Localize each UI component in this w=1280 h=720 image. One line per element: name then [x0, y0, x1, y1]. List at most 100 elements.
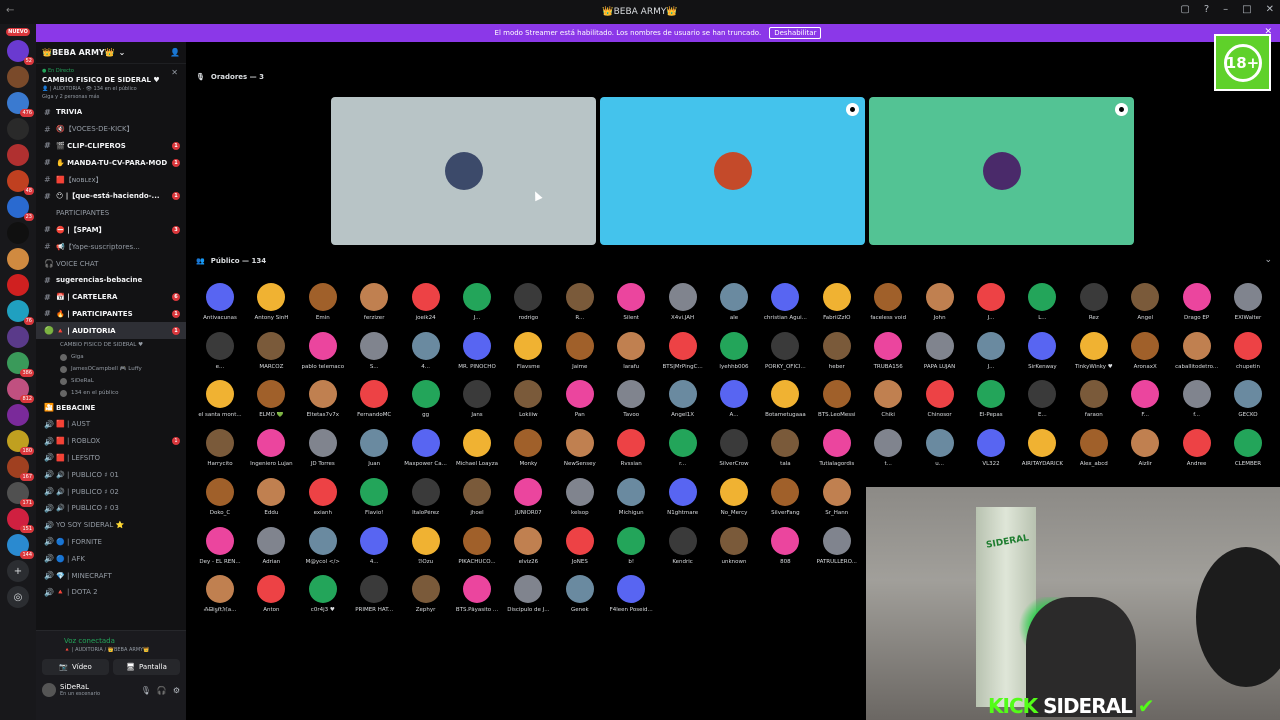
audience-member[interactable]: PIKACHUCO... [453, 526, 501, 575]
channel-item[interactable]: 🎦 BEBACINE [36, 399, 186, 416]
audience-member[interactable]: ItaloPérez [402, 477, 450, 526]
audience-member[interactable]: Rez [1070, 283, 1118, 331]
audience-member[interactable]: faraon [1070, 380, 1118, 428]
audience-member[interactable]: e... [196, 331, 244, 380]
audience-member[interactable]: Jans [453, 380, 501, 428]
audience-member[interactable]: Pan [556, 380, 604, 428]
audience-member[interactable]: AronaxX [1121, 331, 1169, 380]
channel-item[interactable]: 🔊 🟥 | LEFSITO [36, 450, 186, 467]
audience-member[interactable]: E... [1018, 380, 1066, 428]
audience-member[interactable]: kelsop [556, 477, 604, 526]
audience-member[interactable]: TRUBA156 [864, 331, 912, 380]
channel-item[interactable]: # 🔇【VOCES-DE-KICK】 [36, 121, 186, 138]
channel-item[interactable]: 🔊 🔵 | AFK [36, 550, 186, 567]
audience-member[interactable]: S... [350, 331, 398, 380]
server-icon[interactable]: 48 [7, 170, 34, 195]
audience-member[interactable]: Doko_C [196, 477, 244, 526]
audience-member[interactable]: F4leen Poseid... [607, 575, 655, 623]
audience-member[interactable]: NewSensey [556, 429, 604, 477]
audience-member[interactable]: Juan [350, 429, 398, 477]
server-icon[interactable] [7, 222, 29, 244]
audience-member[interactable]: R... [556, 283, 604, 331]
audience-member[interactable]: jhoel [453, 477, 501, 526]
server-icon[interactable]: 151 [7, 508, 34, 533]
server-icon[interactable]: 386 [7, 352, 34, 377]
server-icon[interactable]: 171 [7, 482, 34, 507]
live-stage-card[interactable]: ● En Directo CAMBIO FISICO DE SIDERAL ♥ … [36, 64, 186, 104]
audience-member[interactable]: BTS.Pãyasito ... [453, 575, 501, 623]
server-icon[interactable] [7, 144, 29, 166]
speaker-tile[interactable] [600, 97, 865, 245]
audience-member[interactable]: el santa mont... [196, 380, 244, 428]
server-icon[interactable]: 144 [7, 534, 34, 559]
audience-member[interactable]: Dey - EL REN... [196, 526, 244, 575]
audience-member[interactable]: Maxpower Ca... [402, 429, 450, 477]
channel-item[interactable]: 🔊 YO SOY SIDERAL ⭐ [36, 517, 186, 534]
audience-member[interactable]: PATRULLERO... [813, 526, 861, 575]
server-icon[interactable]: 180 [7, 430, 34, 455]
server-icon[interactable]: 52 [7, 40, 34, 65]
audience-member[interactable]: No_Mercy [710, 477, 758, 526]
audience-member[interactable]: JD Torres [299, 429, 347, 477]
audience-member[interactable]: lyehhb006 [710, 331, 758, 380]
channel-item[interactable]: 🔊 🟥 | AUST [36, 416, 186, 433]
audience-member[interactable]: Monky [504, 429, 552, 477]
audience-member[interactable]: 4... [350, 526, 398, 575]
audience-member[interactable]: Andree [1173, 429, 1221, 477]
audience-member[interactable]: chupetin [1224, 331, 1272, 380]
audience-member[interactable]: CLEMBER [1224, 429, 1272, 477]
audience-member[interactable]: Adrian [247, 526, 295, 575]
audience-member[interactable]: GECKO [1224, 380, 1272, 428]
chevron-down-icon[interactable]: ⌄ [1264, 255, 1272, 265]
channel-item[interactable]: PARTICIPANTES [36, 205, 186, 222]
audience-member[interactable]: christian Agui... [761, 283, 809, 331]
server-icon[interactable] [7, 118, 29, 140]
audience-member[interactable]: Chiki [864, 380, 912, 428]
audience-member[interactable]: JUNIOR07 [504, 477, 552, 526]
audience-member[interactable]: El-Pepas [967, 380, 1015, 428]
audience-member[interactable]: Michigun [607, 477, 655, 526]
audience-member[interactable]: Antony SinH [247, 283, 295, 331]
channel-item[interactable]: # ⛔ |【SPAM】 3 [36, 222, 186, 239]
audience-member[interactable]: ferzizer [350, 283, 398, 331]
audience-member[interactable]: EXIWalter [1224, 283, 1272, 331]
server-icon[interactable] [7, 404, 29, 426]
audience-member[interactable]: joeik24 [402, 283, 450, 331]
channel-item[interactable]: # sugerencias-bebacine [36, 272, 186, 289]
server-icon[interactable] [7, 274, 29, 296]
audience-member[interactable]: tala [761, 429, 809, 477]
server-icon[interactable]: 167 [7, 456, 34, 481]
audience-member[interactable]: SilverCrow [710, 429, 758, 477]
audience-member[interactable]: TinkyWinky ♥ [1070, 331, 1118, 380]
maximize-icon[interactable]: □ [1242, 4, 1251, 15]
disable-streamer-button[interactable]: Deshabilitar [769, 27, 822, 39]
channel-item[interactable]: 🔊 🔵 | FORNITE [36, 534, 186, 551]
voice-member[interactable]: JamesOCampbell 🎮 Luffy [36, 363, 186, 375]
audience-member[interactable]: J... [453, 283, 501, 331]
channel-item[interactable]: 🔊 🔊 | PUBLICO ♯ 03 [36, 500, 186, 517]
audience-member[interactable]: F... [1121, 380, 1169, 428]
audience-member[interactable]: John [916, 283, 964, 331]
video-button[interactable]: 📷 Vídeo [42, 659, 109, 675]
audience-member[interactable]: u... [916, 429, 964, 477]
audience-member[interactable]: Discípulo de J... [504, 575, 552, 623]
close-icon[interactable]: ✕ [171, 68, 178, 77]
channel-item[interactable]: 🔊 💎 | MINECRAFT [36, 567, 186, 584]
audience-member[interactable]: caballitodetro... [1173, 331, 1221, 380]
mic-icon[interactable]: 🎙 [141, 686, 151, 695]
audience-member[interactable]: b! [607, 526, 655, 575]
audience-member[interactable]: ⁂ᗷiყℓtℳa... [196, 575, 244, 623]
audience-member[interactable]: L... [1018, 283, 1066, 331]
audience-member[interactable]: MR. PINOCHO [453, 331, 501, 380]
audience-member[interactable]: c0r4j3 ♥ [299, 575, 347, 623]
audience-member[interactable]: SirKenway [1018, 331, 1066, 380]
channel-item[interactable]: 🔊 🔺 | DOTA 2 [36, 584, 186, 601]
audience-member[interactable]: A... [710, 380, 758, 428]
audience-member[interactable]: r... [659, 429, 707, 477]
explore-icon[interactable]: ◎ [7, 586, 29, 608]
channel-item[interactable]: 🟢 🔺 | AUDITORIA 1 [36, 322, 186, 340]
audience-member[interactable]: unknown [710, 526, 758, 575]
speaker-tile[interactable] [869, 97, 1134, 245]
channel-item[interactable]: # 📢【Yape-suscriptores... [36, 238, 186, 255]
help-icon[interactable]: ? [1204, 4, 1209, 15]
